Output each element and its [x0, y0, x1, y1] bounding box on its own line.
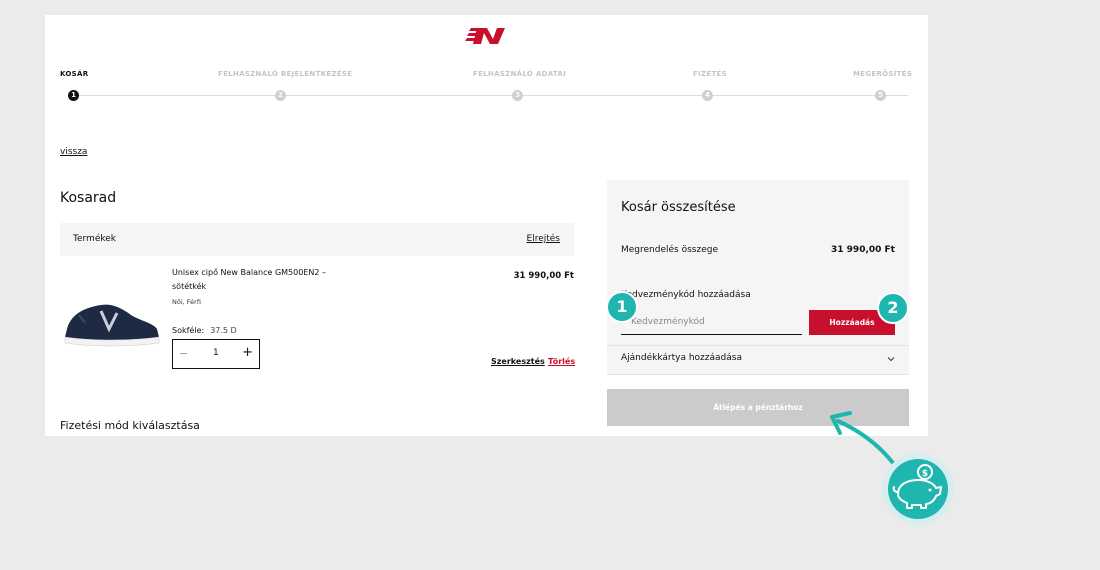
- cart-title: Kosarad: [60, 190, 117, 206]
- coupon-label: Kedvezménykód hozzáadása: [621, 290, 751, 300]
- step-number: 2: [275, 90, 286, 101]
- decrease-button[interactable]: −: [179, 347, 188, 360]
- step-number: 3: [512, 90, 523, 101]
- product-gender: Női, Férfi: [172, 298, 201, 306]
- product-name[interactable]: Unisex cipő New Balance GM500EN2 – sötét…: [172, 266, 342, 294]
- giftcard-toggle[interactable]: Ajándékkártya hozzáadása: [621, 353, 742, 363]
- delete-link[interactable]: Törlés: [548, 357, 575, 366]
- checkout-page: KOSÁR 1 FELHASZNÁLÓ BEJELENTKEZÉSE 2 FEL…: [45, 15, 928, 436]
- annotation-badge-2: 2: [877, 292, 909, 324]
- annotation-badge-1: 1: [606, 291, 638, 323]
- payment-method-title: Fizetési mód kiválasztása: [60, 419, 200, 432]
- order-total-label: Megrendelés összege: [621, 245, 718, 255]
- hide-link[interactable]: Elrejtés: [527, 234, 560, 244]
- products-header: Termékek Elrejtés: [60, 223, 574, 256]
- cart-summary: Kosár összesítése Megrendelés összege 31…: [607, 180, 909, 375]
- summary-title: Kosár összesítése: [621, 200, 736, 215]
- step-label: FIZETÉS: [693, 70, 727, 78]
- coupon-input[interactable]: [621, 310, 802, 335]
- product-price: 31 990,00 Ft: [513, 271, 574, 281]
- size-label: Sokféle:: [172, 326, 205, 335]
- products-header-label: Termékek: [73, 234, 116, 244]
- piggy-bank-coin-icon: $: [882, 453, 954, 525]
- chevron-down-icon[interactable]: [887, 355, 895, 363]
- svg-text:$: $: [922, 469, 928, 479]
- product-image[interactable]: [61, 293, 161, 351]
- back-link[interactable]: vissza: [60, 147, 87, 157]
- progress-line: [70, 95, 908, 96]
- checkout-progress: KOSÁR 1 FELHASZNÁLÓ BEJELENTKEZÉSE 2 FEL…: [60, 70, 913, 110]
- product-size: Sokféle: 37.5 D: [172, 326, 237, 335]
- divider: [607, 345, 909, 346]
- step-number: 1: [68, 90, 79, 101]
- size-value: 37.5 D: [210, 326, 237, 335]
- step-label: FELHASZNÁLÓ ADATAI: [473, 70, 567, 78]
- order-total-value: 31 990,00 Ft: [831, 245, 895, 255]
- step-number: 4: [702, 90, 713, 101]
- step-label: KOSÁR: [60, 70, 89, 78]
- step-number: 5: [875, 90, 886, 101]
- increase-button[interactable]: +: [242, 345, 253, 360]
- quantity-stepper: − 1 +: [172, 339, 260, 369]
- divider: [607, 374, 909, 375]
- edit-link[interactable]: Szerkesztés: [491, 357, 545, 366]
- new-balance-logo[interactable]: [465, 26, 505, 46]
- step-label: MEGERŐSÍTÉS: [853, 70, 913, 78]
- quantity-value[interactable]: 1: [213, 348, 219, 358]
- step-label: FELHASZNÁLÓ BEJELENTKEZÉSE: [218, 70, 353, 78]
